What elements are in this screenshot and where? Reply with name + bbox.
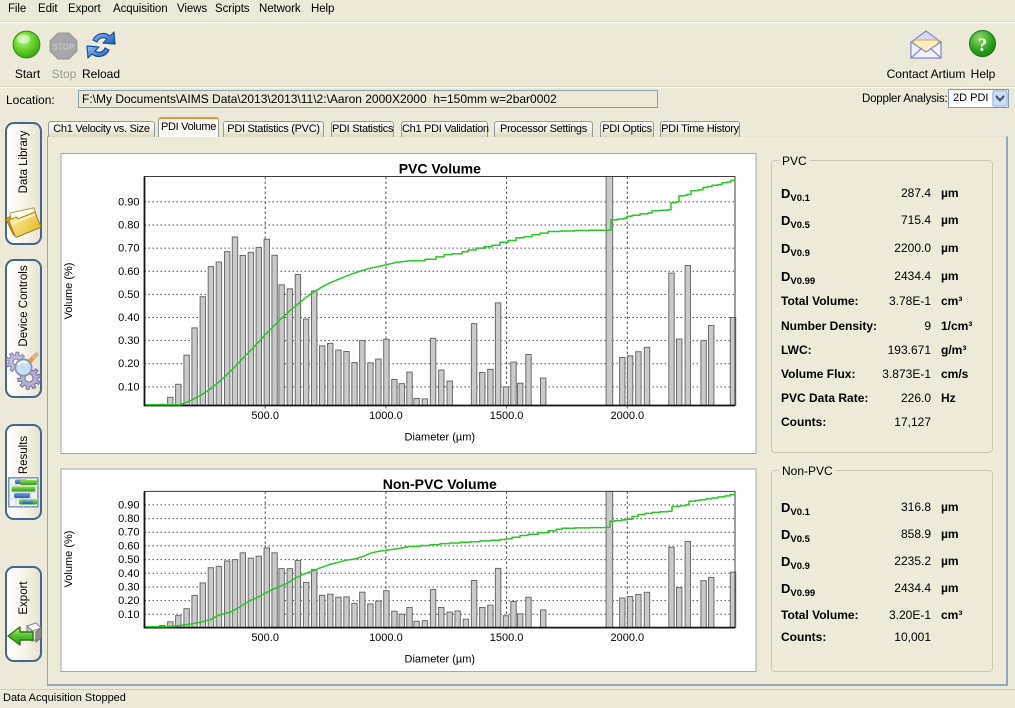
svg-text:0.20: 0.20: [118, 595, 139, 607]
svg-text:0.80: 0.80: [118, 513, 139, 525]
svg-text:500.0: 500.0: [251, 410, 279, 422]
svg-text:0.90: 0.90: [118, 196, 139, 208]
svg-text:Volume (%): Volume (%): [63, 263, 75, 320]
svg-text:Non-PVC Volume: Non-PVC Volume: [383, 476, 497, 492]
svg-text:0.10: 0.10: [118, 381, 139, 393]
svg-text:0.30: 0.30: [118, 335, 139, 347]
svg-text:Diameter (µm): Diameter (µm): [405, 654, 476, 666]
svg-text:?: ?: [978, 35, 988, 56]
svg-text:0.40: 0.40: [118, 312, 139, 324]
svg-text:0.10: 0.10: [118, 609, 139, 621]
svg-text:1500.0: 1500.0: [490, 632, 524, 644]
svg-text:0.30: 0.30: [118, 582, 139, 594]
svg-text:0.80: 0.80: [118, 220, 139, 232]
svg-text:1500.0: 1500.0: [490, 410, 524, 422]
svg-text:0.50: 0.50: [118, 289, 139, 301]
svg-text:0.90: 0.90: [118, 499, 139, 511]
svg-text:STOP: STOP: [53, 43, 75, 52]
svg-text:0.20: 0.20: [118, 358, 139, 370]
svg-text:0.60: 0.60: [118, 266, 139, 278]
svg-text:PVC Volume: PVC Volume: [399, 161, 481, 177]
svg-text:0.70: 0.70: [118, 243, 139, 255]
svg-text:Volume (%): Volume (%): [63, 531, 75, 588]
svg-text:Diameter (µm): Diameter (µm): [405, 432, 476, 444]
svg-text:2000.0: 2000.0: [610, 632, 644, 644]
svg-text:0.70: 0.70: [118, 527, 139, 539]
svg-text:0.40: 0.40: [118, 568, 139, 580]
svg-text:2000.0: 2000.0: [610, 410, 644, 422]
svg-text:500.0: 500.0: [251, 632, 279, 644]
svg-text:1000.0: 1000.0: [369, 410, 403, 422]
svg-text:0.60: 0.60: [118, 540, 139, 552]
svg-text:0.50: 0.50: [118, 554, 139, 566]
svg-text:1000.0: 1000.0: [369, 632, 403, 644]
